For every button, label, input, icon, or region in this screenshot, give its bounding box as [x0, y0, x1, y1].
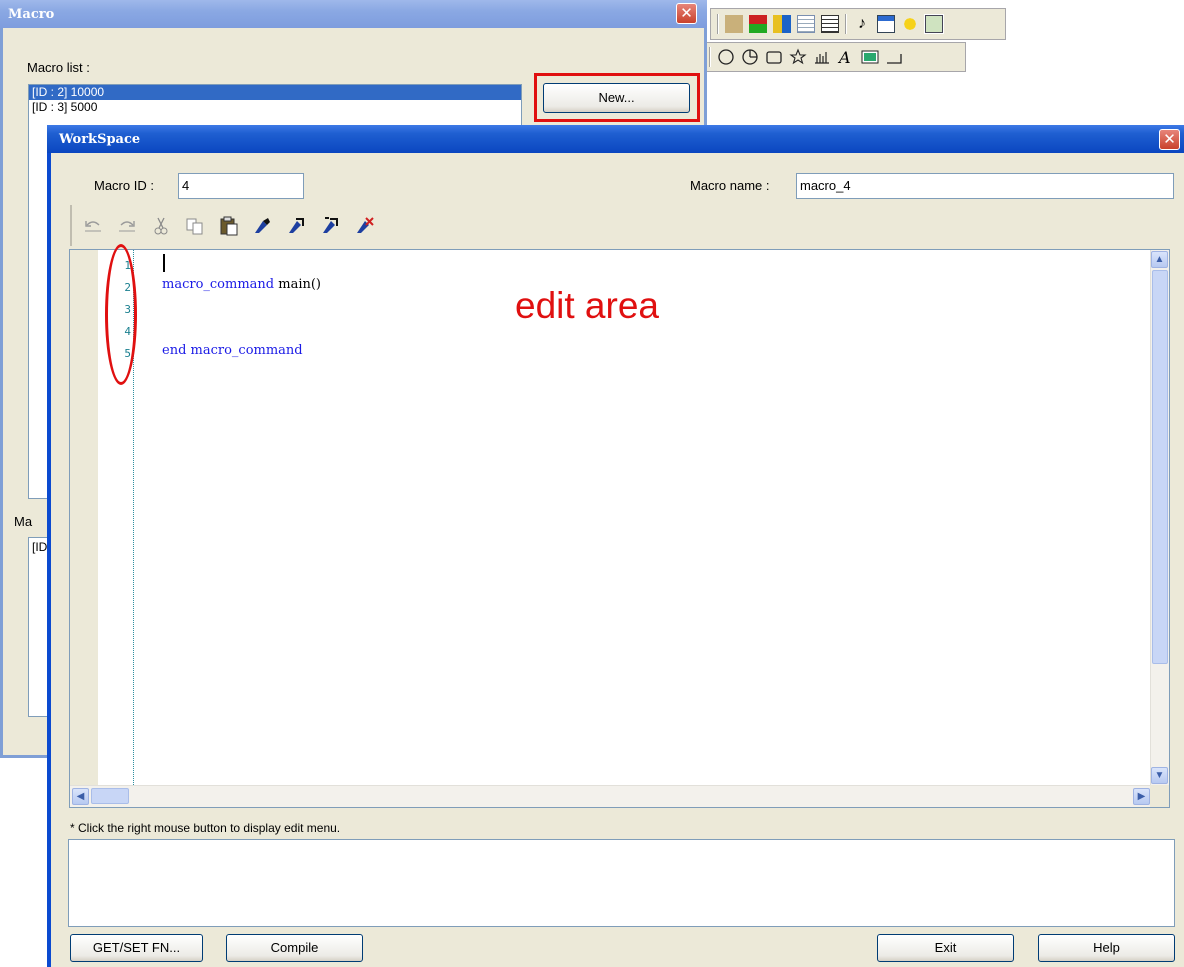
workspace-title-bar[interactable]: WorkSpace ✕ [47, 125, 1184, 153]
redo-icon[interactable] [116, 215, 138, 237]
horizontal-scroll-thumb[interactable] [91, 788, 129, 804]
rectangle-tool-icon[interactable] [765, 48, 783, 66]
bookmark-next-icon[interactable] [286, 215, 308, 237]
tool-icon[interactable] [725, 15, 743, 33]
exit-button[interactable]: Exit [877, 934, 1014, 962]
svg-text:A: A [837, 48, 851, 66]
macro-name-field[interactable]: macro_4 [796, 173, 1174, 199]
get-set-fn-button[interactable]: GET/SET FN... [70, 934, 203, 962]
cut-icon[interactable] [150, 215, 172, 237]
paste-icon[interactable] [218, 215, 240, 237]
bookmark-icon[interactable] [252, 215, 274, 237]
toolbar-separator [717, 14, 719, 34]
code-editor[interactable]: 1 2 3 4 5 macro_command main() end macro… [69, 249, 1170, 808]
tool-icon[interactable] [924, 14, 944, 34]
undo-icon[interactable] [82, 215, 104, 237]
picture-tool-icon[interactable] [861, 48, 879, 66]
vertical-scroll-thumb[interactable] [1152, 270, 1168, 664]
scroll-corner [1150, 785, 1169, 807]
text-caret [163, 254, 165, 272]
scroll-down-icon[interactable]: ▼ [1151, 767, 1168, 784]
window-title: WorkSpace [59, 131, 141, 147]
background-toolbar-top: ♪ [710, 8, 1006, 40]
macro-title-bar[interactable]: Macro ✕ [0, 0, 707, 28]
tool-icon[interactable] [797, 15, 815, 33]
line-tool-icon[interactable] [885, 48, 903, 66]
bookmark-prev-icon[interactable] [320, 215, 342, 237]
scale-tool-icon[interactable] [813, 48, 831, 66]
bookmark-clear-icon[interactable] [354, 215, 376, 237]
scroll-right-icon[interactable]: ▶ [1133, 788, 1150, 805]
tool-icon[interactable] [773, 15, 791, 33]
horizontal-scrollbar[interactable]: ◀ ▶ [70, 785, 1152, 807]
output-panel[interactable] [68, 839, 1175, 927]
macro-id-field[interactable]: 4 [178, 173, 304, 199]
macro-name-label: Macro name : [690, 178, 770, 193]
compile-button[interactable]: Compile [226, 934, 363, 962]
star-tool-icon[interactable] [789, 48, 807, 66]
hint-text: * Click the right mouse button to displa… [70, 821, 341, 835]
macro-lower-label: Ma [14, 514, 33, 529]
editor-gutter [70, 250, 98, 785]
vertical-scrollbar[interactable]: ▲ ▼ [1150, 250, 1169, 785]
workspace-window: WorkSpace ✕ Macro ID : 4 Macro name : ma… [47, 125, 1184, 967]
macro-list-item[interactable]: [ID : 3] 5000 [29, 100, 521, 115]
pie-tool-icon[interactable] [741, 48, 759, 66]
macro-lower-list-item[interactable]: [ID [32, 540, 47, 554]
code-text: main() [274, 277, 321, 292]
music-note-icon[interactable]: ♪ [853, 15, 871, 33]
edit-area-annotation: edit area [515, 285, 659, 326]
scroll-left-icon[interactable]: ◀ [72, 788, 89, 805]
tool-icon[interactable] [877, 15, 895, 33]
background-toolbar-shapes: A [702, 42, 966, 72]
highlight-rectangle [534, 73, 700, 122]
line-number-highlight-ellipse [105, 244, 137, 385]
macro-id-label: Macro ID : [94, 178, 154, 193]
scroll-up-icon[interactable]: ▲ [1151, 251, 1168, 268]
circle-tool-icon[interactable] [717, 48, 735, 66]
copy-icon[interactable] [184, 215, 206, 237]
edit-toolbar [70, 205, 400, 246]
macro-list-item[interactable]: [ID : 2] 10000 [29, 85, 521, 100]
help-button[interactable]: Help [1038, 934, 1175, 962]
toolbar-separator [845, 14, 847, 34]
code-line-5: end macro_command [162, 343, 303, 358]
tool-icon[interactable] [901, 15, 919, 33]
close-icon[interactable]: ✕ [1159, 129, 1180, 150]
macro-list-label: Macro list : [27, 60, 90, 75]
close-icon[interactable]: ✕ [676, 3, 697, 24]
toolbar-separator [709, 47, 711, 67]
tool-icon[interactable] [749, 15, 767, 33]
text-tool-icon[interactable]: A [837, 48, 855, 67]
code-keyword: macro_command [162, 277, 275, 292]
code-line-2: macro_command main() [162, 277, 321, 292]
tool-icon[interactable] [821, 15, 839, 33]
window-title: Macro [8, 6, 55, 22]
